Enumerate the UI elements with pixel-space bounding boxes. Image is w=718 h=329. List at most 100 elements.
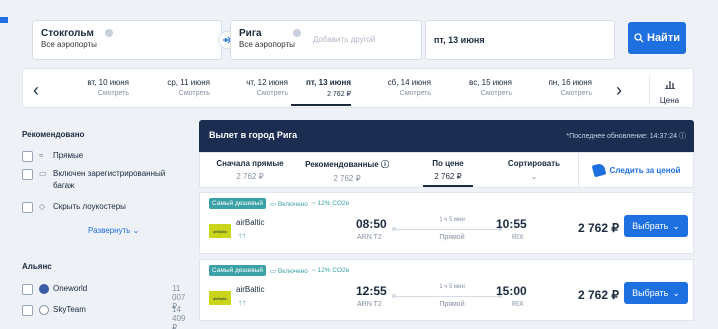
seat-icon: ↑↑ [238,231,246,240]
destination-city: Рига [239,28,262,39]
arrival-time: 15:00 [496,284,527,298]
follow-price-button[interactable]: Следить за ценой [578,153,694,187]
alliance-heading: Альянс [22,262,52,271]
checkbox[interactable] [22,202,33,213]
flight-type: Прямой [439,234,465,241]
results-title: Вылет в город Рига [209,130,298,140]
chevron-left-icon[interactable]: ‹ [33,81,39,99]
find-label: Найти [647,32,680,44]
date-option[interactable]: вс, 15 июня Смотреть [452,78,512,97]
origin-field[interactable]: Стокгольм Все аэропорты [32,20,222,60]
date-option[interactable]: ср, 11 июня Смотреть [150,78,210,97]
departure-airport: ARN T2 [357,234,382,241]
bar-chart-icon [664,81,675,89]
airline-name: airBaltic [236,285,265,294]
choose-button[interactable]: Выбрать ⌄ [624,282,688,304]
sort-recommended[interactable]: Рекомендованные ⓘ 2 762 ₽ [292,159,402,183]
date-option[interactable]: пн, 16 июня Смотреть [532,78,592,97]
filter-lowcost[interactable]: ◇ Скрыть лоукостеры [22,201,126,213]
arrival-airport: RIX [512,234,524,241]
recommended-heading: Рекомендовано [22,130,85,139]
origin-airports: Все аэропорты [41,40,97,49]
selected-date-underline [291,104,351,106]
filter-direct[interactable]: ≈ Прямые [22,150,83,162]
sort-bar: Сначала прямые 2 762 ₽ Рекомендованные ⓘ… [199,152,694,188]
search-bar: Стокгольм Все аэропорты Рига Все аэропор… [0,0,718,65]
sort-by-price[interactable]: По цене 2 762 ₽ [413,159,483,181]
route-line [392,227,502,231]
destination-field[interactable]: Рига Все аэропорты Добавить другой [230,20,422,60]
flight-duration: 1 ч 5 мин [439,217,465,223]
flight-card[interactable]: Самый дешевый ▭ Включено ~ 12% CO2e airB… [199,192,694,254]
airline-logo: airBaltic [209,291,231,305]
airline-name: airBaltic [236,218,265,227]
checkbox[interactable] [22,169,33,180]
tag-icon: ◇ [39,202,46,211]
flight-price: 2 762 ₽ [578,221,619,235]
flight-duration: 1 ч 5 мин [439,284,465,290]
info-icon[interactable]: ⓘ [679,133,686,140]
seat-icon: ↑↑ [238,298,246,307]
sort-direct-first[interactable]: Сначала прямые 2 762 ₽ [210,159,290,181]
luggage-included-tag: ▭ Включено [269,267,308,275]
choose-button[interactable]: Выбрать ⌄ [624,215,688,237]
arrival-time: 10:55 [496,217,527,231]
departure-airport: ARN T2 [357,301,382,308]
date-carousel: ‹ вт, 10 июня Смотреть ср, 11 июня Смотр… [22,68,694,108]
search-icon [634,33,644,43]
departure-time: 08:50 [356,217,387,231]
airline-logo: airBaltic [209,224,231,238]
flight-card[interactable]: Самый дешевый ▭ Включено ~ 12% CO2e airB… [199,259,694,321]
last-updated: *Последнее обновление: 14:37:24 ⓘ [566,133,686,140]
origin-city: Стокгольм [41,28,94,39]
departure-date: пт, 13 июня [434,35,485,45]
checkbox[interactable] [22,305,33,316]
arrival-airport: RIX [512,301,524,308]
skyteam-logo-icon [39,305,49,315]
chevron-right-icon[interactable]: › [616,81,622,99]
filter-luggage[interactable]: ▭ Включен зарегистрированный багаж [22,168,172,192]
alliance-price: 14 409 ₽ [172,305,186,329]
alliance-oneworld[interactable]: Oneworld [22,283,87,295]
chevron-down-icon: ⌄ [672,287,680,298]
checkbox[interactable] [22,151,33,162]
find-button[interactable]: Найти [628,22,686,54]
date-option-selected[interactable]: пт, 13 июня 2 762 ₽ [291,78,351,98]
destination-clear-icon[interactable] [293,29,301,37]
date-option[interactable]: сб, 14 июня Смотреть [371,78,431,97]
oneworld-logo-icon [39,284,49,294]
route-line [392,294,502,298]
destination-airports: Все аэропорты [239,40,295,49]
co2-tag: ~ 12% CO2e [311,200,350,207]
sort-dropdown[interactable]: Сортировать ⌄ [498,159,570,181]
flight-type: Прямой [439,301,465,308]
chevron-down-icon: ⌄ [132,226,140,235]
info-icon: ⓘ [380,160,389,169]
bell-icon [591,162,606,178]
cheapest-badge: Самый дешевый [209,198,266,209]
direct-flight-icon: ≈ [39,151,44,160]
results-header: Вылет в город Рига *Последнее обновление… [199,120,694,152]
luggage-included-tag: ▭ Включено [269,200,308,208]
date-field[interactable]: пт, 13 июня [425,20,615,60]
cheapest-badge: Самый дешевый [209,265,266,276]
price-chart-label: Цена [659,96,680,105]
brand-mark [0,17,8,23]
alliance-skyteam[interactable]: SkyTeam [22,304,86,316]
flight-tags: Самый дешевый ▭ Включено ~ 12% CO2e [209,198,349,209]
date-option[interactable]: чт, 12 июня Смотреть [228,78,288,97]
co2-tag: ~ 12% CO2e [311,267,350,274]
expand-filters-link[interactable]: Развернуть ⌄ [88,226,139,235]
luggage-icon: ▭ [39,169,47,178]
flight-tags: Самый дешевый ▭ Включено ~ 12% CO2e [209,265,349,276]
sort-active-underline [423,185,473,187]
add-another-destination[interactable]: Добавить другой [313,35,375,44]
price-chart-toggle[interactable]: Цена [649,76,689,105]
flight-price: 2 762 ₽ [578,288,619,302]
chevron-down-icon: ⌄ [672,220,680,231]
chevron-down-icon: ⌄ [530,172,538,181]
checkbox[interactable] [22,284,33,295]
departure-time: 12:55 [356,284,387,298]
date-option[interactable]: вт, 10 июня Смотреть [69,78,129,97]
origin-clear-icon[interactable] [105,29,113,37]
